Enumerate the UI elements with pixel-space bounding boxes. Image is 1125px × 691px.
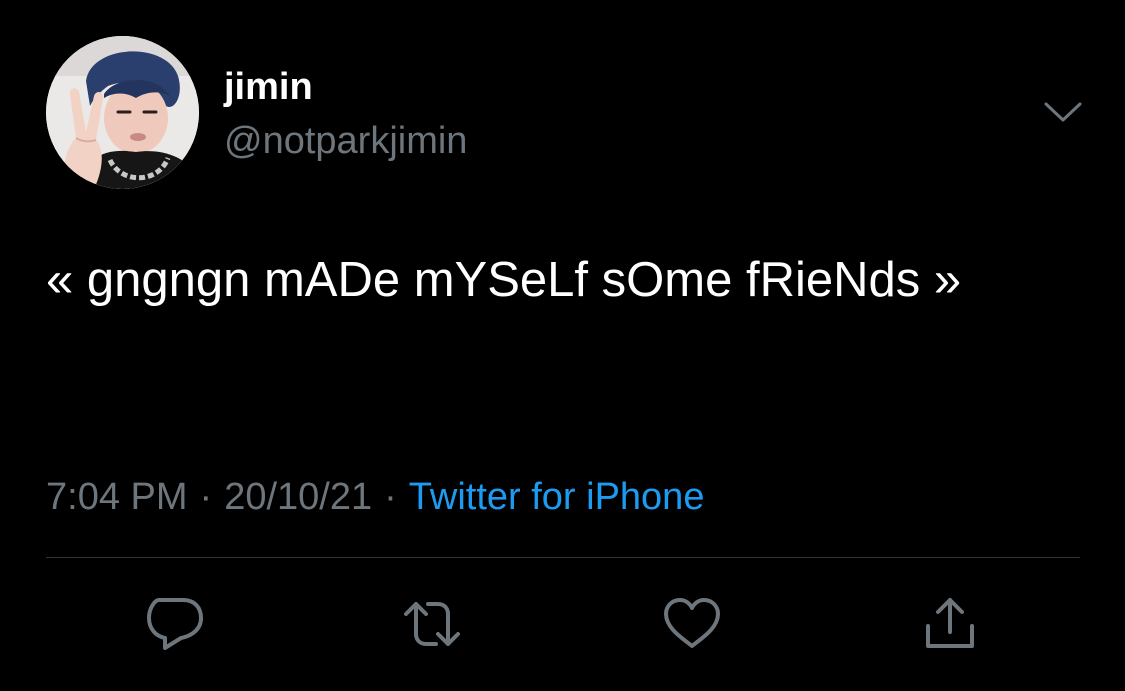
profile-photo <box>46 36 199 189</box>
chevron-down-icon[interactable] <box>1038 94 1088 134</box>
speech-bubble-icon <box>147 598 203 650</box>
meta-separator: · <box>384 476 397 518</box>
avatar[interactable] <box>46 36 199 189</box>
retweet-button[interactable] <box>400 592 464 656</box>
tweet-date[interactable]: 20/10/21 <box>224 476 372 518</box>
tweet-meta: 7:04 PM · 20/10/21 · Twitter for iPhone <box>46 472 704 522</box>
retweet-icon <box>404 602 460 646</box>
tweet-text: « gngngn mADe mYSeLf sOme fRieNds » <box>46 253 962 307</box>
share-button[interactable] <box>918 592 982 656</box>
handle[interactable]: @notparkjimin <box>224 118 467 164</box>
reply-button[interactable] <box>143 592 207 656</box>
heart-icon <box>664 598 720 648</box>
display-name[interactable]: jimin <box>224 64 313 110</box>
divider <box>46 557 1080 558</box>
tweet-time[interactable]: 7:04 PM <box>46 476 188 518</box>
tweet-source-link[interactable]: Twitter for iPhone <box>409 476 705 518</box>
share-icon <box>926 598 974 648</box>
meta-separator: · <box>199 476 213 518</box>
like-button[interactable] <box>660 592 724 656</box>
